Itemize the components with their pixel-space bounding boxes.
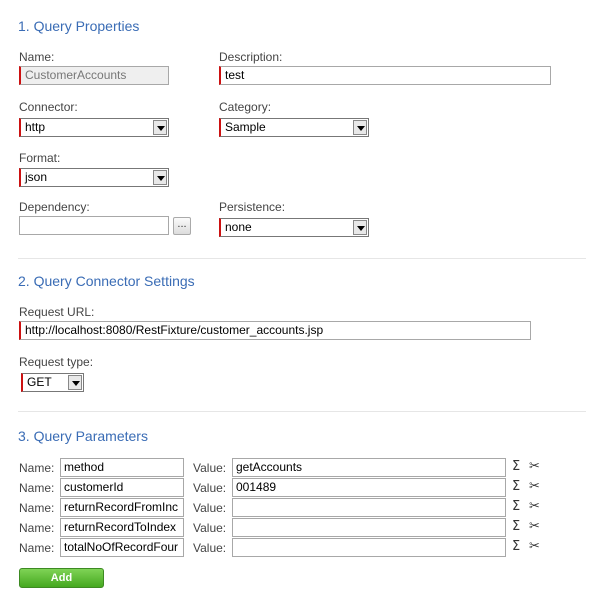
param-value-field[interactable]: [232, 498, 506, 517]
name-label: Name:: [19, 50, 55, 64]
request-type-select-value: GET: [27, 375, 52, 389]
param-value-label: Value:: [193, 521, 227, 535]
persistence-label: Persistence:: [219, 200, 286, 214]
param-value-field[interactable]: getAccounts: [232, 458, 506, 477]
param-name-field[interactable]: returnRecordFromInc: [60, 498, 184, 517]
request-type-label: Request type:: [19, 355, 94, 369]
persistence-select[interactable]: none: [219, 218, 369, 237]
section-title-query-parameters: 3. Query Parameters: [18, 428, 148, 444]
param-name-label: Name:: [19, 481, 55, 495]
divider: [18, 258, 586, 259]
param-value-label: Value:: [193, 481, 227, 495]
category-select[interactable]: Sample: [219, 118, 369, 137]
param-name-field[interactable]: method: [60, 458, 184, 477]
param-name-field[interactable]: returnRecordToIndex: [60, 518, 184, 537]
name-field[interactable]: CustomerAccounts: [19, 66, 169, 85]
param-value-label: Value:: [193, 461, 227, 475]
param-name-field[interactable]: totalNoOfRecordFour: [60, 538, 184, 557]
param-name-label: Name:: [19, 541, 55, 555]
description-label: Description:: [219, 50, 283, 64]
scissors-icon[interactable]: ✂: [529, 539, 540, 554]
param-name-label: Name:: [19, 461, 55, 475]
format-select[interactable]: json: [19, 168, 169, 187]
sigma-icon[interactable]: Σ: [512, 479, 520, 494]
param-name-field[interactable]: customerId: [60, 478, 184, 497]
dependency-field[interactable]: [19, 216, 169, 235]
sigma-icon[interactable]: Σ: [512, 519, 520, 534]
param-value-label: Value:: [193, 501, 227, 515]
request-type-select[interactable]: GET: [21, 373, 84, 392]
scissors-icon[interactable]: ✂: [529, 479, 540, 494]
scissors-icon[interactable]: ✂: [529, 519, 540, 534]
add-parameter-button[interactable]: Add: [19, 568, 104, 588]
request-url-label: Request URL:: [19, 305, 95, 319]
persistence-select-value: none: [225, 220, 252, 234]
section-title-query-properties: 1. Query Properties: [18, 18, 140, 34]
category-select-value: Sample: [225, 120, 266, 134]
param-value-field[interactable]: [232, 538, 506, 557]
param-value-field[interactable]: [232, 518, 506, 537]
scissors-icon[interactable]: ✂: [529, 459, 540, 474]
request-url-field[interactable]: http://localhost:8080/RestFixture/custom…: [19, 321, 531, 340]
category-label: Category:: [219, 100, 272, 114]
chevron-down-icon: [353, 120, 367, 135]
scissors-icon[interactable]: ✂: [529, 499, 540, 514]
format-label: Format:: [19, 151, 61, 165]
chevron-down-icon: [153, 120, 167, 135]
chevron-down-icon: [153, 170, 167, 185]
param-value-field[interactable]: 001489: [232, 478, 506, 497]
connector-select-value: http: [25, 120, 46, 134]
chevron-down-icon: [68, 375, 82, 390]
dependency-label: Dependency:: [19, 200, 90, 214]
param-name-label: Name:: [19, 521, 55, 535]
description-field[interactable]: test: [219, 66, 551, 85]
connector-label: Connector:: [19, 100, 78, 114]
format-select-value: json: [25, 170, 48, 184]
divider: [18, 411, 586, 412]
dependency-browse-button[interactable]: ...: [173, 217, 191, 235]
sigma-icon[interactable]: Σ: [512, 539, 520, 554]
connector-select[interactable]: http: [19, 118, 169, 137]
param-value-label: Value:: [193, 541, 227, 555]
param-name-label: Name:: [19, 501, 55, 515]
chevron-down-icon: [353, 220, 367, 235]
section-title-connector-settings: 2. Query Connector Settings: [18, 273, 195, 289]
sigma-icon[interactable]: Σ: [512, 499, 520, 514]
sigma-icon[interactable]: Σ: [512, 459, 520, 474]
